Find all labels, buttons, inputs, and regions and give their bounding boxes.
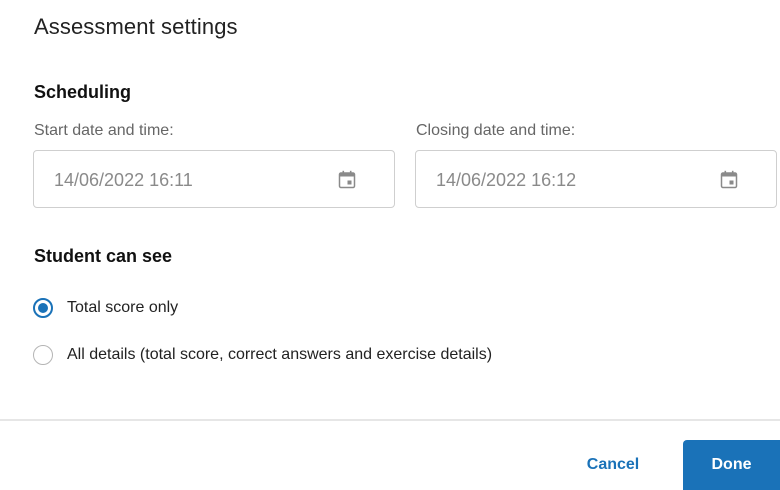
footer-divider <box>0 419 780 421</box>
scheduling-heading: Scheduling <box>34 82 132 102</box>
cancel-button[interactable]: Cancel <box>568 440 658 490</box>
closing-date-field[interactable]: 14/06/2022 16:12 <box>415 150 777 208</box>
radio-option-all-details[interactable]: All details (total score, correct answer… <box>33 344 492 366</box>
student-can-see-heading: Student can see <box>34 246 173 266</box>
calendar-icon[interactable] <box>720 170 738 189</box>
radio-option-label: Total score only <box>67 299 179 316</box>
radio-option-label: All details (total score, correct answer… <box>67 346 493 363</box>
start-date-label: Start date and time: <box>34 122 174 139</box>
done-button[interactable]: Done <box>683 440 780 490</box>
closing-date-value: 14/06/2022 16:12 <box>436 170 577 190</box>
calendar-icon[interactable] <box>338 170 356 189</box>
radio-button-unselected[interactable] <box>33 345 53 365</box>
radio-button-selected[interactable] <box>33 298 53 318</box>
closing-date-label: Closing date and time: <box>416 122 576 139</box>
dialog-title: Assessment settings <box>34 14 238 39</box>
start-date-field[interactable]: 14/06/2022 16:11 <box>33 150 395 208</box>
radio-option-total-score[interactable]: Total score only <box>33 297 178 319</box>
start-date-value: 14/06/2022 16:11 <box>54 170 193 190</box>
